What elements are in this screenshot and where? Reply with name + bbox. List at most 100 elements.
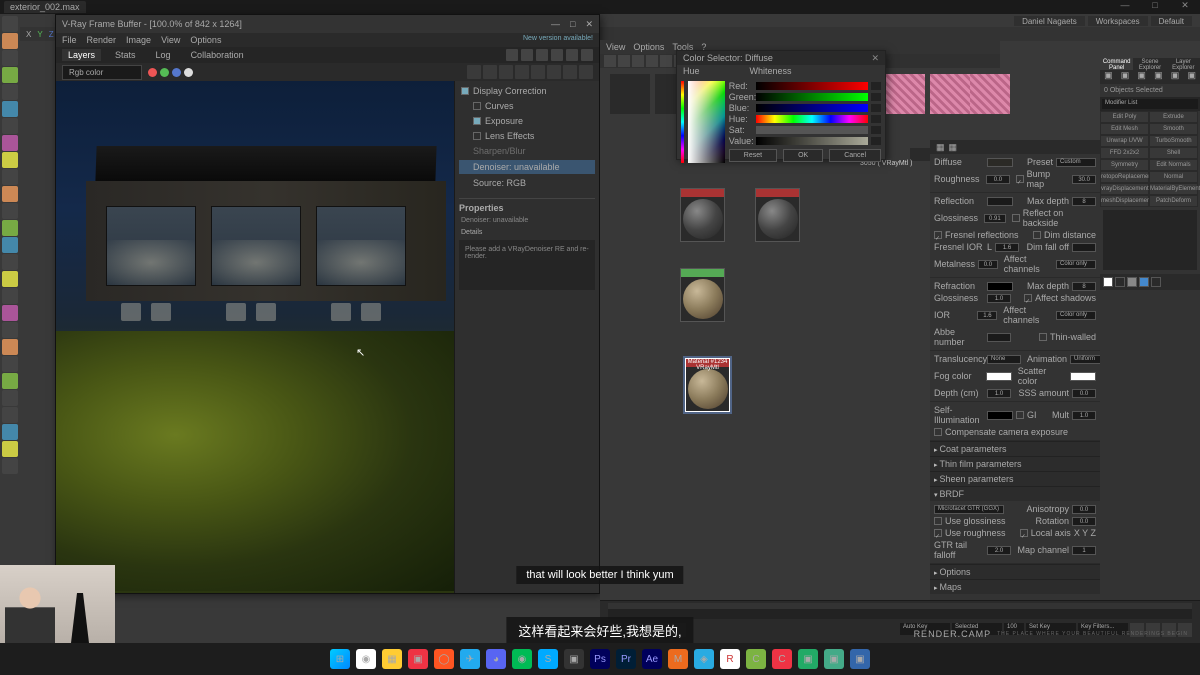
- vfb-btn-icon[interactable]: [563, 65, 577, 79]
- render-viewport[interactable]: ↖: [56, 81, 454, 593]
- param-tool-icon[interactable]: ▦: [936, 142, 945, 152]
- close-icon[interactable]: ✕: [1170, 0, 1200, 14]
- mod-btn[interactable]: Extrude: [1149, 111, 1198, 123]
- mod-btn[interactable]: meshDisplacement: [1100, 195, 1149, 207]
- fior-spinner[interactable]: 1.6: [995, 243, 1019, 252]
- vfb-icon[interactable]: [506, 49, 518, 61]
- blue-spinner[interactable]: [871, 104, 881, 112]
- vfb-btn-icon[interactable]: [547, 65, 561, 79]
- app-icon[interactable]: M: [668, 649, 688, 669]
- val-slider[interactable]: [756, 137, 868, 145]
- param-tool-icon[interactable]: ▦: [949, 142, 958, 152]
- dimfall-spinner[interactable]: [1072, 243, 1096, 252]
- cmd-tab[interactable]: Layer Explorer: [1167, 58, 1200, 70]
- vfb-btn-icon[interactable]: [499, 65, 513, 79]
- ps-icon[interactable]: Ps: [590, 649, 610, 669]
- tool-icon[interactable]: [2, 67, 18, 83]
- rmd-spinner[interactable]: 8: [1072, 282, 1096, 291]
- ior-spinner[interactable]: 1.6: [977, 311, 997, 320]
- mod-btn[interactable]: FFD 2x2x2: [1100, 147, 1149, 159]
- channel-a-icon[interactable]: [184, 68, 193, 77]
- tool-icon[interactable]: [2, 186, 18, 202]
- rollout-coat[interactable]: ▸ Coat parameters: [930, 441, 1100, 456]
- vfb-btn-icon[interactable]: [515, 65, 529, 79]
- material-node[interactable]: [680, 268, 725, 322]
- tool-icon[interactable]: [2, 288, 18, 304]
- layer-exposure[interactable]: Exposure: [485, 116, 523, 126]
- tool-icon[interactable]: [2, 152, 18, 168]
- modifier-stack[interactable]: [1103, 210, 1197, 270]
- hue-slider[interactable]: [756, 115, 868, 123]
- affch-dropdown[interactable]: Color only: [1056, 260, 1096, 269]
- gi-checkbox[interactable]: [1016, 411, 1024, 419]
- rob-checkbox[interactable]: [1012, 214, 1020, 222]
- app-icon[interactable]: R: [720, 649, 740, 669]
- trans-dropdown[interactable]: None: [987, 355, 1021, 364]
- chrome-icon[interactable]: ◉: [356, 649, 376, 669]
- abbe-spinner[interactable]: [987, 333, 1011, 342]
- mod-btn[interactable]: PatchDeform: [1149, 195, 1198, 207]
- sme-menu-view[interactable]: View: [606, 42, 625, 52]
- red-spinner[interactable]: [871, 82, 881, 90]
- material-thumb[interactable]: [970, 74, 1010, 114]
- green-spinner[interactable]: [871, 93, 881, 101]
- maxdepth-spinner[interactable]: 8: [1072, 197, 1096, 206]
- dim-checkbox[interactable]: [1033, 231, 1041, 239]
- fog-swatch[interactable]: [986, 372, 1012, 381]
- layer-source[interactable]: Source: RGB: [473, 178, 526, 188]
- app-icon[interactable]: ▣: [408, 649, 428, 669]
- cmd-tab[interactable]: Scene Explorer: [1133, 58, 1166, 70]
- skype-icon[interactable]: S: [538, 649, 558, 669]
- app-icon[interactable]: ◈: [694, 649, 714, 669]
- tool-icon[interactable]: [2, 458, 18, 474]
- vfb-close-icon[interactable]: ✕: [585, 19, 593, 30]
- tool-icon[interactable]: [2, 101, 18, 117]
- fresnel-checkbox[interactable]: [934, 231, 942, 239]
- tool-icon[interactable]: [2, 390, 18, 406]
- sme-menu-options[interactable]: Options: [633, 42, 664, 52]
- sme-tool-icon[interactable]: [646, 55, 658, 67]
- app-icon[interactable]: ▣: [850, 649, 870, 669]
- rollout-options[interactable]: ▸ Options: [930, 564, 1100, 579]
- vfb-tab-log[interactable]: Log: [150, 49, 177, 61]
- vfb-tab-stats[interactable]: Stats: [109, 49, 142, 61]
- mapch-spinner[interactable]: 1: [1072, 546, 1096, 555]
- mod-btn[interactable]: Symmetry: [1100, 159, 1149, 171]
- vfb-menu-view[interactable]: View: [161, 35, 180, 45]
- layer-denoiser[interactable]: Denoiser: unavailable: [473, 162, 560, 172]
- app-icon[interactable]: ▣: [564, 649, 584, 669]
- workspace-default[interactable]: Default: [1151, 16, 1192, 26]
- layer-lens[interactable]: Lens Effects: [485, 131, 534, 141]
- start-icon[interactable]: ⊞: [330, 649, 350, 669]
- mult-spinner[interactable]: 1.0: [1072, 411, 1096, 420]
- checkbox[interactable]: [473, 117, 481, 125]
- checkbox[interactable]: [461, 87, 469, 95]
- mod-btn[interactable]: MaterialByElement: [1149, 183, 1198, 195]
- cmd-icon[interactable]: ▣: [1167, 70, 1184, 84]
- vfb-icon[interactable]: [551, 49, 563, 61]
- telegram-icon[interactable]: ✈: [460, 649, 480, 669]
- tool-icon[interactable]: [2, 118, 18, 134]
- explorer-icon[interactable]: ▦: [382, 649, 402, 669]
- localax-radio[interactable]: [1020, 529, 1028, 537]
- mod-btn[interactable]: Smooth: [1149, 123, 1198, 135]
- tool-icon[interactable]: [2, 424, 18, 440]
- sme-tool-icon[interactable]: [604, 55, 616, 67]
- green-slider[interactable]: [756, 93, 868, 101]
- mod-btn[interactable]: Edit Normals: [1149, 159, 1198, 171]
- vfb-menu-options[interactable]: Options: [190, 35, 221, 45]
- affsh-checkbox[interactable]: [1024, 294, 1032, 302]
- scatter-swatch[interactable]: [1070, 372, 1096, 381]
- tool-icon[interactable]: [2, 322, 18, 338]
- cmd-icon[interactable]: ▣: [1133, 70, 1150, 84]
- channel-g-icon[interactable]: [160, 68, 169, 77]
- sss-spinner[interactable]: 0.0: [1072, 389, 1096, 398]
- sme-tool-icon[interactable]: [660, 55, 672, 67]
- mod-btn[interactable]: Unwrap UVW: [1100, 135, 1149, 147]
- tool-icon[interactable]: [2, 356, 18, 372]
- saturation-field[interactable]: [688, 81, 725, 163]
- tool-icon[interactable]: [2, 305, 18, 321]
- metal-spinner[interactable]: 0.0: [978, 260, 998, 269]
- vfb-icon[interactable]: [536, 49, 548, 61]
- rollout-sheen[interactable]: ▸ Sheen parameters: [930, 471, 1100, 486]
